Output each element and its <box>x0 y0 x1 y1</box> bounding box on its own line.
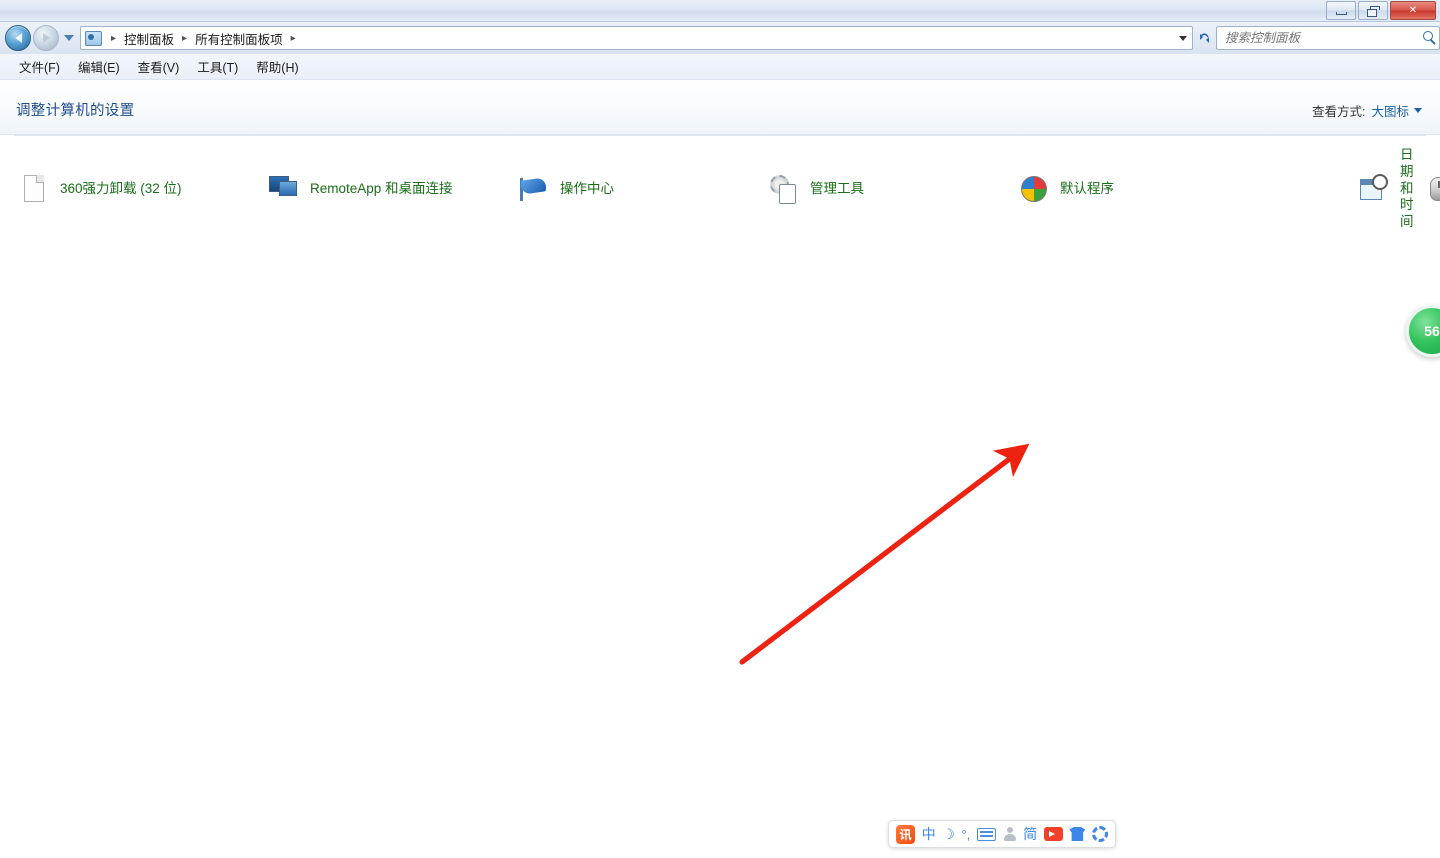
document-icon <box>18 173 50 205</box>
cp-item-label: 默认程序 <box>1060 180 1114 196</box>
admin-tools-icon <box>768 173 800 205</box>
address-bar: ▸ 控制面板 ▸ 所有控制面板项 ▸ <box>0 22 1440 54</box>
view-mode-selector[interactable]: 查看方式: 大图标 <box>1312 101 1422 120</box>
menu-file[interactable]: 文件(F) <box>10 54 69 79</box>
cp-item-label: 操作中心 <box>560 180 614 196</box>
navigation-buttons <box>5 25 78 51</box>
date-time-icon <box>1358 173 1390 205</box>
ime-logo-glyph: 讯 <box>896 824 915 844</box>
ime-keyboard-glyph <box>976 827 996 841</box>
search-input[interactable] <box>1223 30 1433 46</box>
ime-chinese-mode-icon[interactable]: 中 <box>922 824 936 844</box>
menu-tools[interactable]: 工具(T) <box>188 54 247 79</box>
breadcrumb-bar[interactable]: ▸ 控制面板 ▸ 所有控制面板项 ▸ <box>80 26 1193 50</box>
window-title-bar: ✕ <box>0 0 1440 22</box>
cp-item-default-programs[interactable]: 默认程序 <box>1014 164 1354 214</box>
cp-item-mouse[interactable]: 鼠标 <box>1418 164 1440 214</box>
control-panel-icon <box>85 30 102 46</box>
restore-button[interactable] <box>1358 1 1388 20</box>
control-panel-items-area: 360强力卸载 (32 位) RemoteApp 和桌面连接 操作中心 管理工具 默认程… <box>0 136 1440 836</box>
close-button[interactable]: ✕ <box>1390 1 1436 20</box>
page-header: 调整计算机的设置 查看方式: 大图标 <box>0 81 1440 135</box>
ime-punctuation-icon[interactable]: °, <box>961 827 970 842</box>
refresh-button[interactable] <box>1196 26 1213 50</box>
default-programs-icon <box>1018 173 1050 205</box>
back-button[interactable] <box>5 25 31 51</box>
cp-item-date-time[interactable]: 日期和时间 <box>1354 147 1418 229</box>
cp-item-label: RemoteApp 和桌面连接 <box>310 180 453 196</box>
menu-view[interactable]: 查看(V) <box>129 54 189 79</box>
mouse-icon <box>1422 173 1440 205</box>
control-panel-grid: 360强力卸载 (32 位) RemoteApp 和桌面连接 操作中心 管理工具 默认程… <box>0 147 1440 229</box>
view-mode-label: 查看方式: <box>1312 105 1366 119</box>
view-mode-value[interactable]: 大图标 <box>1371 101 1409 120</box>
cp-item-360-uninstall[interactable]: 360强力卸载 (32 位) <box>14 164 264 214</box>
refresh-icon <box>1200 32 1209 43</box>
breadcrumb-separator: ▸ <box>111 32 117 44</box>
cp-item-action-center[interactable]: 操作中心 <box>514 164 764 214</box>
cp-item-remoteapp[interactable]: RemoteApp 和桌面连接 <box>264 164 514 214</box>
ime-user-icon[interactable] <box>1003 827 1017 841</box>
breadcrumb-separator: ▸ <box>290 32 296 44</box>
ime-settings-icon[interactable] <box>1092 826 1108 842</box>
ime-video-icon[interactable] <box>1043 827 1063 841</box>
ime-gear-glyph <box>1092 826 1108 842</box>
menu-edit[interactable]: 编辑(E) <box>69 54 129 79</box>
remoteapp-icon <box>268 173 300 205</box>
chevron-down-icon[interactable] <box>1414 108 1422 113</box>
cp-item-label: 管理工具 <box>810 180 864 196</box>
flag-icon <box>518 173 550 205</box>
cp-item-label: 日期和时间 <box>1400 146 1414 230</box>
cp-item-label: 360强力卸载 (32 位) <box>60 180 182 196</box>
search-icon <box>1423 31 1433 41</box>
forward-arrow-icon <box>42 33 50 43</box>
close-icon: ✕ <box>1408 4 1418 16</box>
ime-keyboard-icon[interactable] <box>976 827 996 841</box>
breadcrumb-dropdown-icon[interactable] <box>1179 36 1187 41</box>
ime-shirt-glyph <box>1069 827 1086 841</box>
back-arrow-icon <box>14 33 22 43</box>
breadcrumb-separator: ▸ <box>182 32 188 44</box>
minimize-icon <box>1335 11 1347 15</box>
breadcrumb-control-panel[interactable]: 控制面板 <box>121 28 177 49</box>
forward-button[interactable] <box>33 25 59 51</box>
minimize-button[interactable] <box>1326 1 1356 20</box>
restore-icon <box>1367 5 1380 17</box>
page-title: 调整计算机的设置 <box>16 103 135 119</box>
window-controls: ✕ <box>1326 1 1436 20</box>
ime-toolbar: 讯 中 ☽ °, 简 <box>888 820 1116 848</box>
ime-user-glyph <box>1003 827 1017 841</box>
ime-simplified-icon[interactable]: 简 <box>1023 824 1037 844</box>
ime-video-glyph <box>1043 827 1063 841</box>
ime-moon-icon[interactable]: ☽ <box>942 826 955 843</box>
search-box[interactable] <box>1216 26 1440 50</box>
breadcrumb-all-items[interactable]: 所有控制面板项 <box>192 28 286 49</box>
menu-bar: 文件(F) 编辑(E) 查看(V) 工具(T) 帮助(H) <box>0 54 1440 80</box>
menu-help[interactable]: 帮助(H) <box>247 54 307 79</box>
history-dropdown-icon[interactable] <box>64 35 74 41</box>
ime-skin-icon[interactable] <box>1069 827 1086 841</box>
cp-item-admin-tools[interactable]: 管理工具 <box>764 164 1014 214</box>
ime-logo-icon[interactable]: 讯 <box>896 824 915 844</box>
